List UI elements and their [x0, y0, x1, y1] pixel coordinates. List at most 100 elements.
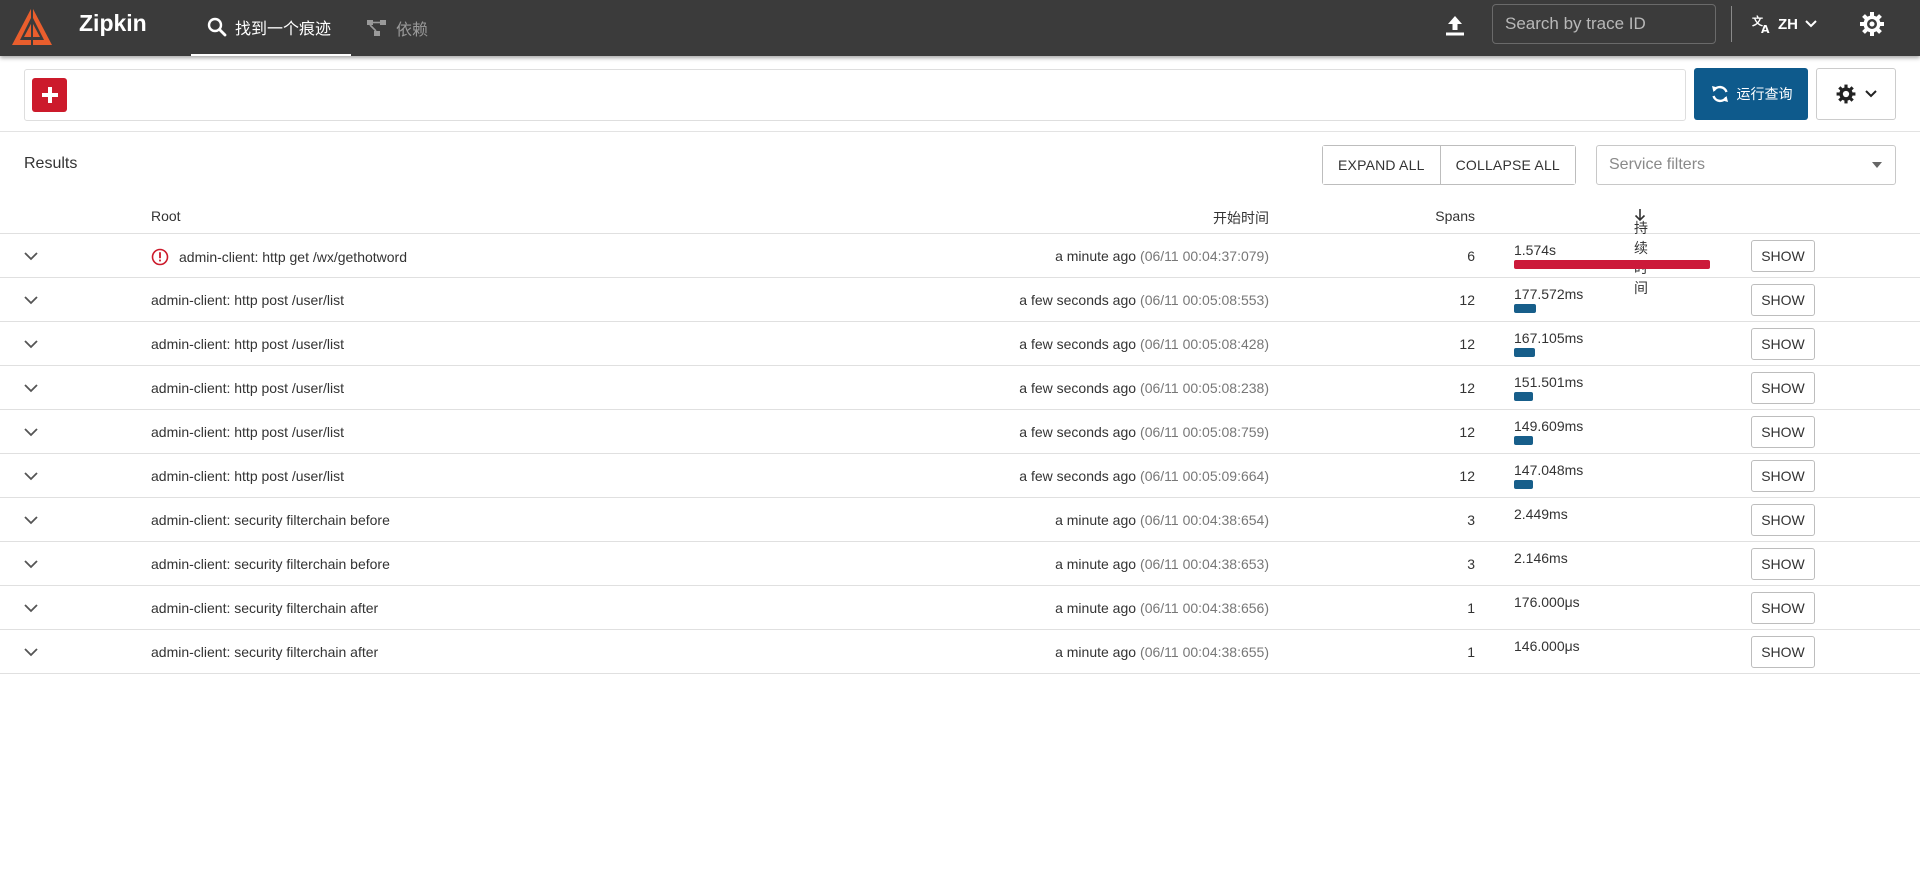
- trace-timestamp: (06/11 00:05:09:664): [1140, 468, 1269, 484]
- show-trace-button[interactable]: SHOW: [1751, 504, 1815, 536]
- trace-duration: 147.048ms: [1514, 462, 1714, 492]
- trace-root-name: admin-client: http post /user/list: [151, 424, 344, 440]
- expand-row-chevron-icon[interactable]: [22, 468, 40, 484]
- show-trace-button[interactable]: SHOW: [1751, 328, 1815, 360]
- show-trace-button[interactable]: SHOW: [1751, 548, 1815, 580]
- trace-timestamp: (06/11 00:05:08:238): [1140, 380, 1269, 396]
- table-row[interactable]: admin-client: http post /user/list a few …: [0, 322, 1920, 366]
- zipkin-logo-icon[interactable]: [10, 4, 54, 48]
- tab-find-trace[interactable]: 找到一个痕迹: [191, 0, 351, 56]
- expand-row-chevron-icon[interactable]: [22, 292, 40, 308]
- expand-row-chevron-icon[interactable]: [22, 600, 40, 616]
- trace-root-name: admin-client: http post /user/list: [151, 468, 344, 484]
- show-trace-button[interactable]: SHOW: [1751, 636, 1815, 668]
- upload-icon: [1446, 16, 1464, 36]
- language-selector[interactable]: 文 A ZH: [1752, 10, 1818, 38]
- trace-relative-time: a few seconds ago: [1019, 336, 1137, 352]
- trace-relative-time: a few seconds ago: [1019, 424, 1137, 440]
- trace-span-count: 1: [1467, 644, 1475, 660]
- brand-name: Zipkin: [79, 10, 147, 36]
- table-row[interactable]: admin-client: http post /user/list a few …: [0, 410, 1920, 454]
- chevron-down-icon: [1805, 20, 1817, 28]
- expand-row-chevron-icon[interactable]: [22, 424, 40, 440]
- trace-root: admin-client: http post /user/list: [151, 380, 344, 396]
- duration-bar: [1514, 304, 1537, 313]
- table-row[interactable]: admin-client: http get /wx/gethotword a m…: [0, 234, 1920, 278]
- query-bar: 运行查询: [0, 56, 1920, 132]
- trace-span-count: 12: [1459, 468, 1475, 484]
- duration-bar: [1514, 392, 1533, 401]
- upload-button[interactable]: [1440, 11, 1470, 41]
- trace-root: admin-client: security filterchain befor…: [151, 512, 390, 528]
- expand-all-button[interactable]: EXPAND ALL: [1323, 146, 1440, 184]
- run-query-label: 运行查询: [1736, 86, 1793, 102]
- column-spans[interactable]: Spans: [1435, 208, 1475, 224]
- language-label: ZH: [1778, 15, 1798, 33]
- trace-duration: 2.449ms: [1514, 506, 1714, 536]
- collapse-all-button[interactable]: COLLAPSE ALL: [1439, 146, 1575, 184]
- trace-timestamp: (06/11 00:04:37:079): [1140, 248, 1269, 264]
- trace-root-name: admin-client: http post /user/list: [151, 380, 344, 396]
- duration-bar: [1514, 480, 1533, 489]
- error-icon: [151, 248, 169, 266]
- trace-root: admin-client: http post /user/list: [151, 424, 344, 440]
- dependencies-icon: [367, 20, 386, 36]
- query-filter-box[interactable]: [24, 69, 1686, 121]
- show-trace-button[interactable]: SHOW: [1751, 460, 1815, 492]
- trace-duration: 177.572ms: [1514, 286, 1714, 316]
- chevron-down-icon: [1865, 90, 1877, 98]
- table-row[interactable]: admin-client: security filterchain after…: [0, 586, 1920, 630]
- column-start-time[interactable]: 开始时间: [1213, 208, 1269, 228]
- theme-settings-icon[interactable]: [1858, 10, 1886, 38]
- table-row[interactable]: admin-client: security filterchain befor…: [0, 542, 1920, 586]
- gear-icon: [1836, 84, 1856, 104]
- trace-duration: 1.574s: [1514, 242, 1714, 272]
- trace-start-time: a minute ago (06/11 00:04:38:653): [1055, 556, 1269, 572]
- expand-row-chevron-icon[interactable]: [22, 336, 40, 352]
- show-trace-button[interactable]: SHOW: [1751, 592, 1815, 624]
- query-settings-button[interactable]: [1816, 68, 1896, 120]
- expand-row-chevron-icon[interactable]: [22, 512, 40, 528]
- trace-start-time: a few seconds ago (06/11 00:05:08:553): [1019, 292, 1269, 308]
- trace-relative-time: a minute ago: [1055, 600, 1137, 616]
- trace-duration: 146.000μs: [1514, 638, 1714, 668]
- duration-label: 146.000μs: [1514, 638, 1580, 654]
- expand-row-chevron-icon[interactable]: [22, 248, 40, 264]
- tab-dependencies-label: 依赖: [396, 22, 429, 39]
- service-filters-placeholder: Service filters: [1609, 156, 1706, 173]
- tab-dependencies[interactable]: 依赖: [350, 0, 460, 56]
- trace-root: admin-client: security filterchain after: [151, 644, 378, 660]
- service-filters-select[interactable]: Service filters: [1596, 145, 1896, 185]
- show-trace-button[interactable]: SHOW: [1751, 284, 1815, 316]
- trace-start-time: a few seconds ago (06/11 00:05:08:759): [1019, 424, 1269, 440]
- trace-relative-time: a few seconds ago: [1019, 468, 1137, 484]
- trace-relative-time: a minute ago: [1055, 644, 1137, 660]
- trace-timestamp: (06/11 00:05:08:428): [1140, 336, 1269, 352]
- trace-root-name: admin-client: security filterchain after: [151, 644, 379, 660]
- expand-row-chevron-icon[interactable]: [22, 644, 40, 660]
- table-row[interactable]: admin-client: http post /user/list a few …: [0, 278, 1920, 322]
- table-row[interactable]: admin-client: http post /user/list a few …: [0, 454, 1920, 498]
- trace-root: admin-client: security filterchain after: [151, 600, 378, 616]
- expand-row-chevron-icon[interactable]: [22, 380, 40, 396]
- duration-bar: [1514, 436, 1533, 445]
- duration-bar: [1514, 260, 1710, 269]
- run-query-button[interactable]: 运行查询: [1694, 68, 1808, 120]
- duration-bar: [1514, 348, 1535, 357]
- trace-timestamp: (06/11 00:04:38:656): [1140, 600, 1269, 616]
- trace-span-count: 3: [1467, 556, 1475, 572]
- show-trace-button[interactable]: SHOW: [1751, 416, 1815, 448]
- table-row[interactable]: admin-client: http post /user/list a few …: [0, 366, 1920, 410]
- show-trace-button[interactable]: SHOW: [1751, 240, 1815, 272]
- trace-timestamp: (06/11 00:05:08:553): [1140, 292, 1269, 308]
- tab-find-trace-label: 找到一个痕迹: [235, 21, 332, 38]
- trace-id-search-input[interactable]: [1492, 4, 1716, 44]
- table-row[interactable]: admin-client: security filterchain after…: [0, 630, 1920, 674]
- trace-root: admin-client: security filterchain befor…: [151, 556, 390, 572]
- column-duration[interactable]: 持续时间: [1634, 208, 1648, 296]
- expand-row-chevron-icon[interactable]: [22, 556, 40, 572]
- add-filter-button[interactable]: [32, 78, 67, 112]
- trace-relative-time: a minute ago: [1055, 512, 1137, 528]
- table-row[interactable]: admin-client: security filterchain befor…: [0, 498, 1920, 542]
- show-trace-button[interactable]: SHOW: [1751, 372, 1815, 404]
